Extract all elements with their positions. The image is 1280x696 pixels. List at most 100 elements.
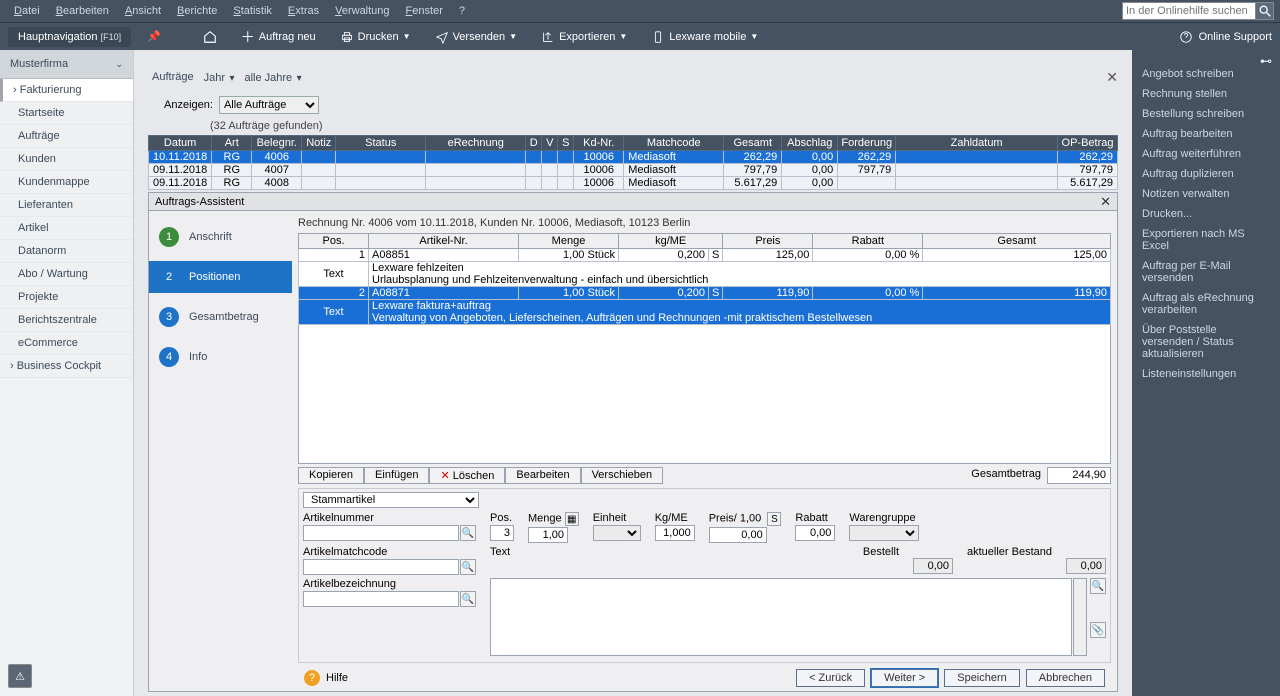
main-nav-button[interactable]: Hauptnavigation [F10]: [8, 27, 131, 47]
stammartikel-select[interactable]: Stammartikel: [303, 492, 479, 508]
action-auftrag-per-e-mail-verse[interactable]: Auftrag per E-Mail versenden: [1142, 260, 1270, 284]
sidebar-item-artikel[interactable]: Artikel: [0, 217, 133, 240]
back-button[interactable]: < Zurück: [796, 669, 865, 687]
sidebar-item-kundenmappe[interactable]: Kundenmappe: [0, 171, 133, 194]
menu-statistik[interactable]: Statistik: [225, 3, 280, 19]
menge-input[interactable]: [528, 527, 568, 543]
col-header[interactable]: eRechnung: [426, 136, 526, 151]
menu-verwaltung[interactable]: Verwaltung: [327, 3, 397, 19]
next-button[interactable]: Weiter >: [871, 669, 938, 687]
col-header[interactable]: Status: [336, 136, 426, 151]
col-header[interactable]: Forderung: [838, 136, 896, 151]
exportieren-button[interactable]: Exportieren▼: [535, 27, 633, 47]
text-area[interactable]: [490, 578, 1072, 656]
pos-copy-button[interactable]: Kopieren: [298, 467, 364, 484]
sidebar-item-datanorm[interactable]: Datanorm: [0, 240, 133, 263]
help-link[interactable]: Hilfe: [326, 672, 348, 684]
order-row[interactable]: 09.11.2018RG400810006Mediasoft5.617,290,…: [149, 177, 1118, 190]
sidebar-item-lieferanten[interactable]: Lieferanten: [0, 194, 133, 217]
pos-paste-button[interactable]: Einfügen: [364, 467, 429, 484]
action-auftrag-weiterf-hren[interactable]: Auftrag weiterführen: [1142, 148, 1270, 160]
pos-delete-button[interactable]: ✕ Löschen: [429, 467, 505, 484]
wizard-step-anschrift[interactable]: 1Anschrift: [149, 221, 292, 253]
order-row[interactable]: 10.11.2018RG400610006Mediasoft262,290,00…: [149, 151, 1118, 164]
menu-datei[interactable]: Datei: [6, 3, 48, 19]
action-drucken---[interactable]: Drucken...: [1142, 208, 1270, 220]
menu-ansicht[interactable]: Ansicht: [117, 3, 169, 19]
preis-unit[interactable]: S: [767, 512, 781, 526]
sidebar-item-startseite[interactable]: Startseite: [0, 102, 133, 125]
menu-berichte[interactable]: Berichte: [169, 3, 225, 19]
lexware-mobile-button[interactable]: Lexware mobile▼: [645, 27, 764, 47]
pos-edit-button[interactable]: Bearbeiten: [505, 467, 580, 484]
col-header[interactable]: Matchcode: [624, 136, 724, 151]
help-search-input[interactable]: [1122, 2, 1256, 20]
text-scrollbar[interactable]: [1073, 578, 1087, 656]
online-support-button[interactable]: Online Support: [1199, 31, 1272, 43]
action-auftrag-bearbeiten[interactable]: Auftrag bearbeiten: [1142, 128, 1270, 140]
text-zoom-button[interactable]: 🔍: [1090, 578, 1106, 594]
artikelnummer-search[interactable]: 🔍: [460, 525, 476, 541]
wizard-step-positionen[interactable]: 2Positionen: [149, 261, 292, 293]
close-view-button[interactable]: ✕: [1106, 69, 1118, 86]
sidebar-item-projekte[interactable]: Projekte: [0, 286, 133, 309]
preis-input[interactable]: [709, 527, 767, 543]
help-search-button[interactable]: [1256, 2, 1274, 20]
text-attach-button[interactable]: 📎: [1090, 622, 1106, 638]
warengruppe-select[interactable]: [849, 525, 919, 541]
position-row[interactable]: 1A088511,00 Stück0,200S125,000,00 %125,0…: [299, 249, 1111, 262]
col-header[interactable]: Datum: [149, 136, 212, 151]
cancel-button[interactable]: Abbrechen: [1026, 669, 1105, 687]
menu-bearbeiten[interactable]: Bearbeiten: [48, 3, 117, 19]
rabatt-input[interactable]: [795, 525, 835, 541]
col-header[interactable]: OP-Betrag: [1058, 136, 1118, 151]
col-header[interactable]: Notiz: [302, 136, 336, 151]
menu-extras[interactable]: Extras: [280, 3, 327, 19]
position-row[interactable]: TextLexware faktura+auftragVerwaltung vo…: [299, 300, 1111, 325]
filter-select[interactable]: Alle Aufträge: [219, 96, 319, 114]
sidebar-item-auftrge[interactable]: Aufträge: [0, 125, 133, 148]
action-bestellung-schreiben[interactable]: Bestellung schreiben: [1142, 108, 1270, 120]
save-button[interactable]: Speichern: [944, 669, 1020, 687]
artikelmatch-search[interactable]: 🔍: [460, 559, 476, 575]
versenden-button[interactable]: Versenden▼: [429, 27, 524, 47]
wizard-step-info[interactable]: 4Info: [149, 341, 292, 373]
action-auftrag-duplizieren[interactable]: Auftrag duplizieren: [1142, 168, 1270, 180]
action-listeneinstellungen[interactable]: Listeneinstellungen: [1142, 368, 1270, 380]
col-header[interactable]: S: [558, 136, 574, 151]
position-row[interactable]: 2A088711,00 Stück0,200S119,900,00 %119,9…: [299, 287, 1111, 300]
drucken-button[interactable]: Drucken▼: [334, 27, 417, 47]
sidebar-item-kunden[interactable]: Kunden: [0, 148, 133, 171]
col-header[interactable]: V: [542, 136, 558, 151]
sidebar-item-fakturierung[interactable]: › Fakturierung: [0, 79, 133, 102]
sidebar-item-ecommerce[interactable]: eCommerce: [0, 332, 133, 355]
position-row[interactable]: TextLexware fehlzeitenUrlaubsplanung und…: [299, 262, 1111, 287]
sidebar-item-berichtszentrale[interactable]: Berichtszentrale: [0, 309, 133, 332]
kgme-input[interactable]: [655, 525, 695, 541]
artikelbezeichnung-input[interactable]: [303, 591, 459, 607]
dialog-close-button[interactable]: ✕: [1100, 194, 1111, 210]
artikelnummer-input[interactable]: [303, 525, 459, 541]
col-header[interactable]: Gesamt: [724, 136, 782, 151]
col-header[interactable]: Abschlag: [782, 136, 838, 151]
menu-fenster[interactable]: Fenster: [398, 3, 451, 19]
action-angebot-schreiben[interactable]: Angebot schreiben: [1142, 68, 1270, 80]
sidebar-item-businesscockpit[interactable]: › Business Cockpit: [0, 355, 133, 378]
pos-input[interactable]: [490, 525, 514, 541]
artikelmatchcode-input[interactable]: [303, 559, 459, 575]
col-header[interactable]: Kd-Nr.: [574, 136, 624, 151]
menge-calc-icon[interactable]: ▦: [565, 512, 579, 526]
pos-move-button[interactable]: Verschieben: [581, 467, 664, 484]
einheit-select[interactable]: [593, 525, 641, 541]
auftrag-neu-button[interactable]: ＋Auftrag neu: [235, 24, 322, 50]
menu-help[interactable]: ?: [451, 3, 473, 19]
col-header[interactable]: D: [526, 136, 542, 151]
alert-button[interactable]: ⚠: [8, 664, 32, 688]
filter-all-years[interactable]: alle Jahre: [244, 72, 292, 84]
action-rechnung-stellen[interactable]: Rechnung stellen: [1142, 88, 1270, 100]
col-header[interactable]: Art: [212, 136, 252, 151]
col-header[interactable]: Belegnr.: [252, 136, 302, 151]
action--ber-poststelle-versende[interactable]: Über Poststelle versenden / Status aktua…: [1142, 324, 1270, 360]
pin-icon[interactable]: 📌: [147, 30, 161, 43]
filter-year-label[interactable]: Jahr: [204, 72, 225, 84]
